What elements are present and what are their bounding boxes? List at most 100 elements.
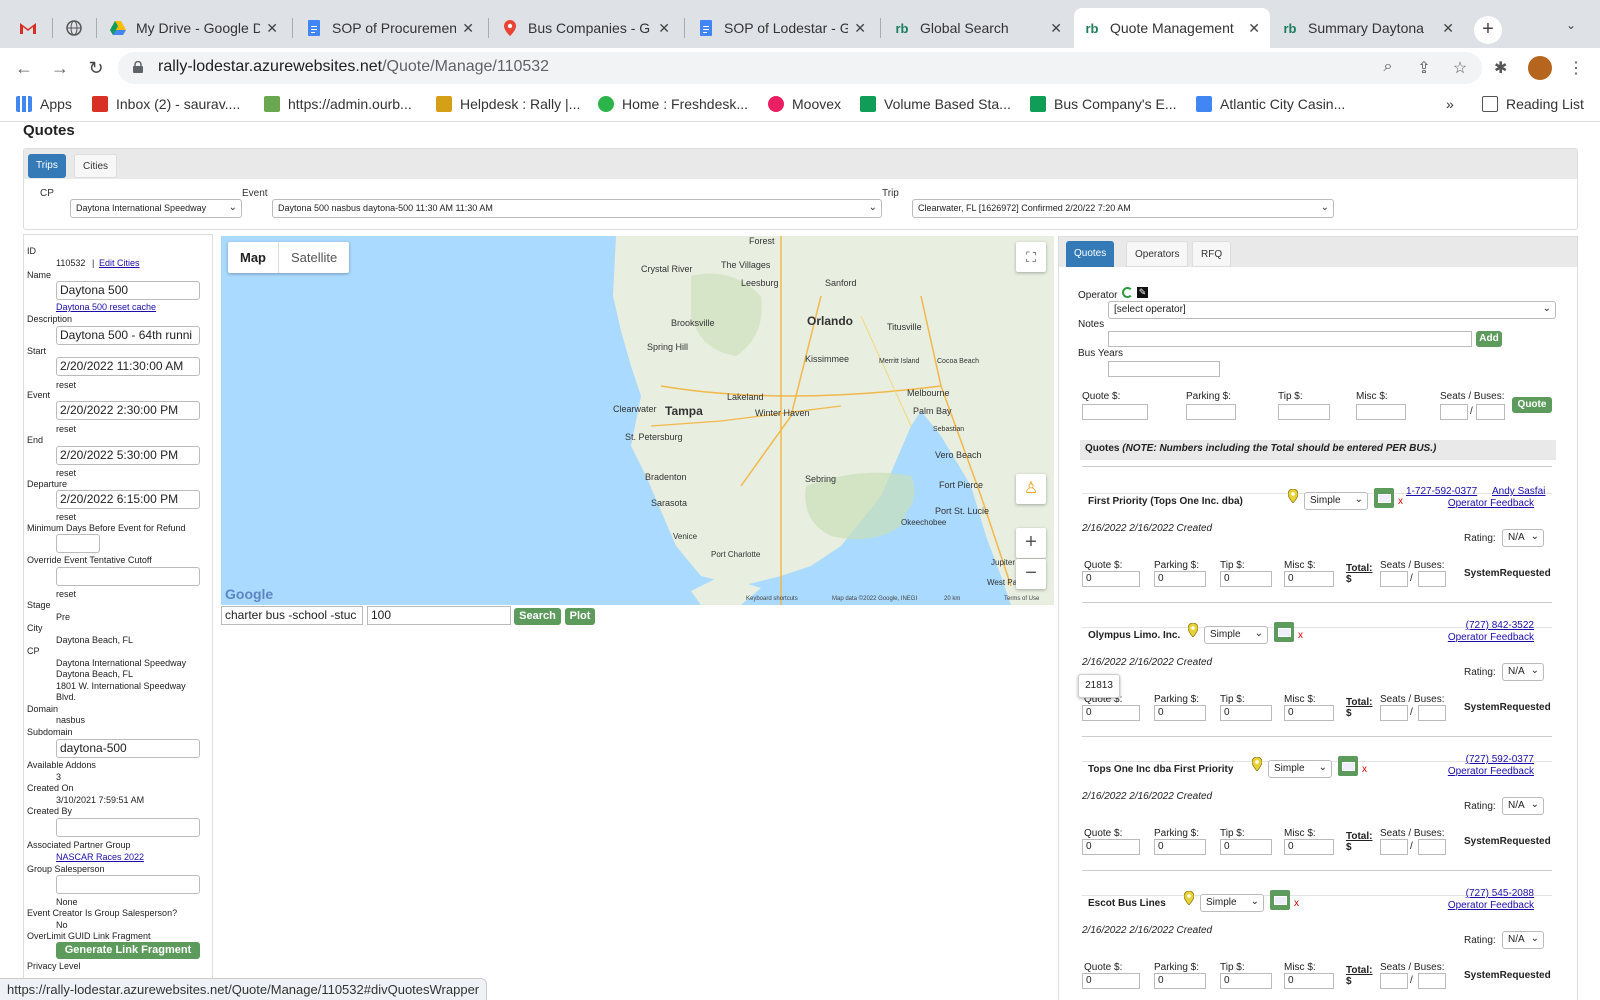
new-tip-input[interactable] xyxy=(1278,404,1330,420)
zoom-out-icon[interactable]: − xyxy=(1016,559,1046,589)
close-icon[interactable]: ✕ xyxy=(1442,20,1454,37)
group-salesperson-input[interactable] xyxy=(56,875,200,894)
buses-input[interactable] xyxy=(1418,973,1446,989)
edit-cities-link[interactable]: Edit Cities xyxy=(99,258,140,268)
edit-icon[interactable]: ✎ xyxy=(1137,287,1148,298)
bookmark-inbox[interactable]: Inbox (2) - saurav.... xyxy=(92,96,240,112)
map-search-input[interactable]: charter bus -school -stuc xyxy=(221,606,363,625)
map-button[interactable]: Map xyxy=(228,242,278,273)
parking-input[interactable]: 0 xyxy=(1154,571,1206,587)
new-quote-input[interactable] xyxy=(1082,404,1148,420)
tab-summary-daytona[interactable]: rb Summary Daytona ✕ xyxy=(1272,8,1464,48)
search-button[interactable]: Search xyxy=(514,608,561,625)
close-icon[interactable]: ✕ xyxy=(1050,20,1062,37)
operator-feedback-link[interactable]: Operator Feedback xyxy=(1448,498,1534,509)
tip-input[interactable]: 0 xyxy=(1220,705,1272,721)
quote-type-select[interactable]: Simple ⌄ xyxy=(1304,492,1368,510)
bookmark-moovex[interactable]: Moovex xyxy=(768,96,841,112)
map-view[interactable]: Forest Crystal River The Villages Leesbu… xyxy=(221,236,1054,605)
reading-list-button[interactable]: Reading List xyxy=(1482,96,1584,112)
close-icon[interactable]: ✕ xyxy=(1248,20,1260,37)
tab-cities[interactable]: Cities xyxy=(74,154,118,178)
end-reset-link[interactable]: reset xyxy=(56,468,76,478)
buses-input[interactable] xyxy=(1418,839,1446,855)
reset-cache-link[interactable]: Daytona 500 reset cache xyxy=(56,302,156,312)
map-pin-icon[interactable] xyxy=(1188,623,1198,637)
parking-input[interactable]: 0 xyxy=(1154,839,1206,855)
close-icon[interactable]: ✕ xyxy=(266,20,278,37)
seats-input[interactable] xyxy=(1380,571,1408,587)
tab-bus-companies[interactable]: Bus Companies - G ✕ xyxy=(492,8,680,48)
quote-type-select[interactable]: Simple ⌄ xyxy=(1268,760,1332,778)
tab-quote-management[interactable]: rb Quote Management ✕ xyxy=(1074,8,1270,48)
fullscreen-icon[interactable]: ⛶ xyxy=(1016,242,1046,272)
misc-input[interactable]: 0 xyxy=(1284,705,1334,721)
tab-sop-procurement[interactable]: SOP of Procuremen ✕ xyxy=(296,8,484,48)
quote-type-select[interactable]: Simple ⌄ xyxy=(1204,626,1268,644)
add-note-button[interactable]: Add xyxy=(1476,331,1502,347)
share-icon[interactable]: ⇪ xyxy=(1414,58,1434,78)
tab-rfq[interactable]: RFQ xyxy=(1192,241,1232,267)
terms-of-use-link[interactable]: Terms of Use xyxy=(1004,596,1039,602)
tab-operators[interactable]: Operators xyxy=(1126,241,1189,267)
quote-type-select[interactable]: Simple ⌄ xyxy=(1200,894,1264,912)
forward-icon[interactable]: → xyxy=(48,56,72,80)
tab-quotes[interactable]: Quotes xyxy=(1066,241,1115,267)
misc-input[interactable]: 0 xyxy=(1284,839,1334,855)
new-seats-input[interactable] xyxy=(1440,404,1468,420)
bookmark-star-icon[interactable]: ☆ xyxy=(1450,58,1470,78)
name-input[interactable]: Daytona 500 xyxy=(56,281,200,300)
override-input[interactable] xyxy=(56,567,200,586)
extensions-icon[interactable]: ✱ xyxy=(1494,58,1507,78)
bookmark-freshdesk[interactable]: Home : Freshdesk... xyxy=(598,96,748,112)
new-tab-button[interactable]: + xyxy=(1474,16,1502,44)
delete-icon[interactable]: x xyxy=(1298,630,1303,641)
tab-search-chevron-icon[interactable]: ⌄ xyxy=(1566,18,1576,32)
map-pin-icon[interactable] xyxy=(1288,489,1298,503)
zoom-icon[interactable]: ⌕ xyxy=(1378,58,1398,76)
bookmark-volume-based[interactable]: Volume Based Sta... xyxy=(860,96,1011,112)
quote-input[interactable]: 0 xyxy=(1082,705,1140,721)
refresh-icon[interactable] xyxy=(1122,287,1133,298)
event-select[interactable]: Daytona 500 nasbus daytona-500 11:30 AM … xyxy=(272,199,882,218)
bookmark-admin[interactable]: https://admin.ourb... xyxy=(264,96,412,112)
new-buses-input[interactable] xyxy=(1476,404,1505,420)
departure-reset-link[interactable]: reset xyxy=(56,512,76,522)
buses-input[interactable] xyxy=(1418,705,1446,721)
tab-trips[interactable]: Trips xyxy=(28,154,66,178)
buses-input[interactable] xyxy=(1418,571,1446,587)
email-icon[interactable] xyxy=(1374,488,1394,508)
subdomain-input[interactable]: daytona-500 xyxy=(56,739,200,758)
operator-feedback-link[interactable]: Operator Feedback xyxy=(1448,632,1534,643)
avatar[interactable] xyxy=(1528,56,1552,80)
tab-sop-lodestar[interactable]: SOP of Lodestar - G ✕ xyxy=(688,8,876,48)
operator-feedback-link[interactable]: Operator Feedback xyxy=(1448,766,1534,777)
notes-input[interactable] xyxy=(1108,331,1472,347)
reload-icon[interactable]: ↻ xyxy=(84,56,108,80)
start-reset-link[interactable]: reset xyxy=(56,380,76,390)
operator-contact-link[interactable]: Andy Sasfai xyxy=(1492,486,1545,497)
satellite-button[interactable]: Satellite xyxy=(278,242,349,273)
plot-button[interactable]: Plot xyxy=(565,608,595,625)
tab-my-drive[interactable]: My Drive - Google D ✕ xyxy=(100,8,288,48)
email-icon[interactable] xyxy=(1274,622,1294,642)
seats-input[interactable] xyxy=(1380,705,1408,721)
bus-years-input[interactable] xyxy=(1108,361,1220,377)
lock-icon[interactable] xyxy=(132,61,144,73)
keyboard-shortcuts-link[interactable]: Keyboard shortcuts xyxy=(746,596,798,602)
event-time-input[interactable]: 2/20/2022 2:30:00 PM xyxy=(56,401,200,420)
parking-input[interactable]: 0 xyxy=(1154,705,1206,721)
seats-input[interactable] xyxy=(1380,839,1408,855)
operator-phone-link[interactable]: (727) 545-2088 xyxy=(1466,888,1534,899)
departure-input[interactable]: 2/20/2022 6:15:00 PM xyxy=(56,490,200,509)
rating-select[interactable]: N/A ⌄ xyxy=(1502,663,1544,681)
partner-group-link[interactable]: NASCAR Races 2022 xyxy=(56,852,144,862)
operator-phone-link[interactable]: (727) 592-0377 xyxy=(1466,754,1534,765)
bookmarks-more-button[interactable]: » xyxy=(1446,96,1454,112)
email-icon[interactable] xyxy=(1270,890,1290,910)
close-icon[interactable]: ✕ xyxy=(854,20,866,37)
tip-input[interactable]: 0 xyxy=(1220,973,1272,989)
operator-phone-link[interactable]: 1-727-592-0377 xyxy=(1406,486,1477,497)
bookmark-apps[interactable]: Apps xyxy=(16,96,72,112)
min-days-input[interactable] xyxy=(56,534,100,553)
